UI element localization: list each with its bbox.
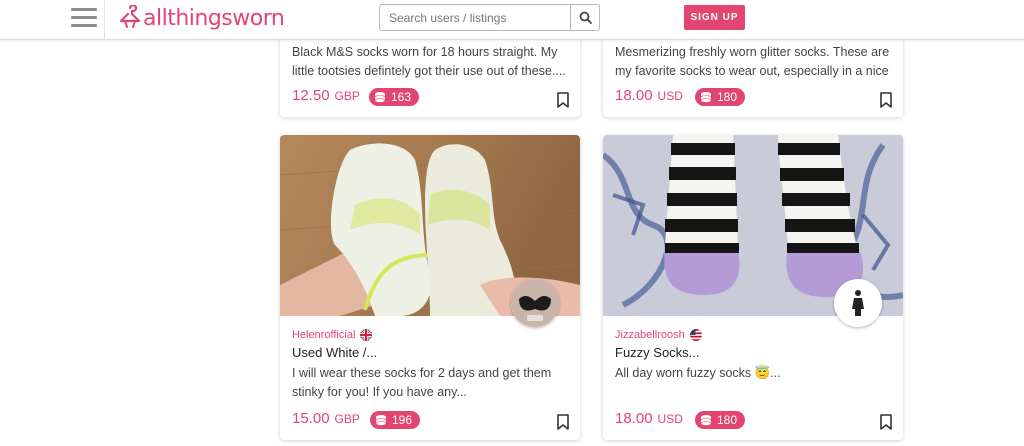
coins-icon <box>375 414 389 426</box>
search-button[interactable] <box>570 5 599 30</box>
seller-name-row[interactable]: Jizzabellroosh <box>615 329 702 341</box>
listing-description: I will wear these socks for 2 days and g… <box>292 366 552 399</box>
us-flag-icon <box>689 329 702 341</box>
bookmark-icon[interactable] <box>879 414 893 430</box>
points-badge: 180 <box>695 88 746 106</box>
search-icon <box>579 11 592 24</box>
header-divider <box>104 0 105 40</box>
price-amount: 12.50 <box>292 87 330 104</box>
points-badge: 180 <box>695 411 746 429</box>
listing-description: All day worn fuzzy socks 😇... <box>615 366 781 380</box>
listing-photo[interactable] <box>603 135 903 327</box>
bookmark-icon[interactable] <box>879 92 893 108</box>
seller-name[interactable]: Jizzabellroosh <box>615 329 685 341</box>
points-badge: 196 <box>370 411 421 429</box>
listing-card[interactable]: Jizzabellroosh Fuzzy Socks... All day wo… <box>603 135 903 440</box>
listing-price: 18.00 USD <box>615 410 683 427</box>
coins-icon <box>374 91 388 103</box>
woman-silhouette-icon <box>834 279 882 327</box>
uk-flag-icon <box>360 329 373 341</box>
top-navigation-bar: allthingsworn SIGN UP <box>0 0 1024 40</box>
listing-price: 15.00 GBP <box>292 410 360 427</box>
price-currency: GBP <box>334 412 360 426</box>
listing-title[interactable]: Used White /... <box>292 345 377 360</box>
bookmark-icon[interactable] <box>556 92 570 108</box>
points-value: 180 <box>717 413 738 427</box>
price-amount: 15.00 <box>292 410 330 427</box>
signup-button[interactable]: SIGN UP <box>684 5 745 30</box>
points-value: 180 <box>717 90 738 104</box>
search-input[interactable] <box>380 5 570 30</box>
listing-description: Black M&S socks worn for 18 hours straig… <box>292 45 566 78</box>
left-sock <box>664 135 740 295</box>
points-badge: 163 <box>369 88 420 106</box>
hanger-logo-icon <box>119 5 141 28</box>
price-amount: 18.00 <box>615 410 653 427</box>
bookmark-icon[interactable] <box>556 414 570 430</box>
listing-price: 18.00 USD <box>615 87 683 104</box>
price-amount: 18.00 <box>615 87 653 104</box>
coins-icon <box>700 91 714 103</box>
listing-description: Mesmerizing freshly worn glitter socks. … <box>615 45 890 78</box>
logo-text: allthingsworn <box>143 5 285 31</box>
price-currency: USD <box>657 89 683 103</box>
listing-title[interactable]: Fuzzy Socks... <box>615 345 700 360</box>
search-box <box>379 4 600 31</box>
seller-name-row[interactable]: Helenrofficial <box>292 329 373 341</box>
price-currency: GBP <box>334 89 360 103</box>
price-currency: USD <box>657 412 683 426</box>
site-logo[interactable]: allthingsworn <box>119 4 285 32</box>
seller-avatar-image <box>511 279 559 327</box>
seller-avatar[interactable] <box>834 279 882 327</box>
listing-photo[interactable] <box>280 135 580 327</box>
listing-card[interactable]: Helenrofficial Used White /... I will we… <box>280 135 580 440</box>
coins-icon <box>700 414 714 426</box>
points-value: 196 <box>392 413 413 427</box>
seller-avatar[interactable] <box>511 279 559 327</box>
hamburger-menu-icon[interactable] <box>71 8 97 28</box>
points-value: 163 <box>391 90 412 104</box>
seller-name[interactable]: Helenrofficial <box>292 329 355 341</box>
listing-price: 12.50 GBP <box>292 87 360 104</box>
